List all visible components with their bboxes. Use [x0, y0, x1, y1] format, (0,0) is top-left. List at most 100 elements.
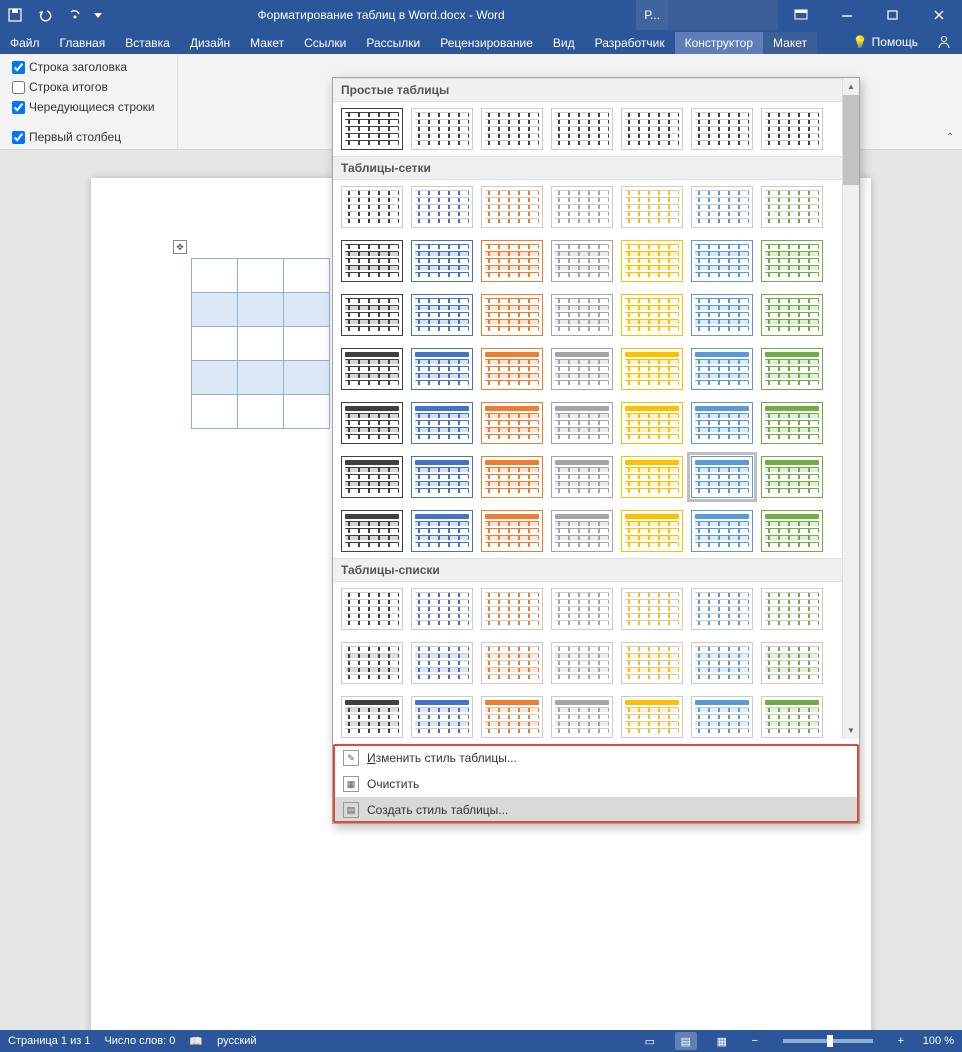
help-button[interactable]: 💡Помощь — [845, 31, 926, 53]
table-style-thumb[interactable] — [551, 294, 613, 336]
page-number-status[interactable]: Страница 1 из 1 — [8, 1035, 90, 1047]
table-style-thumb[interactable] — [481, 294, 543, 336]
gallery-scrollbar[interactable]: ▲ ▼ — [842, 78, 859, 739]
table-style-thumb[interactable] — [761, 108, 823, 150]
table-style-thumb[interactable] — [691, 294, 753, 336]
redo-button[interactable] — [60, 0, 90, 30]
table-style-thumb[interactable] — [551, 696, 613, 738]
banded-rows-checkbox[interactable]: Чередующиеся строки — [12, 100, 165, 114]
modify-table-style-item[interactable]: ✎ Изменить стиль таблицы... — [333, 745, 859, 771]
total-row-checkbox[interactable]: Строка итогов — [12, 80, 165, 94]
user-account-area[interactable] — [668, 0, 778, 30]
table-style-thumb[interactable] — [551, 108, 613, 150]
table-style-thumb[interactable] — [411, 348, 473, 390]
table-style-thumb[interactable] — [551, 348, 613, 390]
table-style-thumb[interactable] — [621, 696, 683, 738]
table-style-thumb[interactable] — [691, 402, 753, 444]
zoom-out-button[interactable]: − — [747, 1035, 763, 1047]
table-style-thumb[interactable] — [411, 588, 473, 630]
print-layout-button[interactable]: ▤ — [675, 1032, 697, 1050]
share-button[interactable] — [926, 30, 962, 54]
table-style-thumb[interactable] — [341, 186, 403, 228]
table-style-thumb[interactable] — [481, 642, 543, 684]
spellcheck-icon[interactable]: 📖 — [189, 1035, 203, 1048]
tab-file[interactable]: Файл — [0, 32, 50, 54]
table-style-thumb[interactable] — [621, 588, 683, 630]
table-style-thumb[interactable] — [621, 108, 683, 150]
table-style-thumb[interactable] — [411, 294, 473, 336]
table-style-thumb[interactable] — [761, 642, 823, 684]
tab-insert[interactable]: Вставка — [115, 32, 180, 54]
tab-mailings[interactable]: Рассылки — [356, 32, 430, 54]
table-style-thumb[interactable] — [691, 642, 753, 684]
table-style-thumb[interactable] — [341, 240, 403, 282]
table-style-thumb[interactable] — [341, 348, 403, 390]
table-style-thumb[interactable] — [761, 456, 823, 498]
table-style-thumb[interactable] — [341, 108, 403, 150]
table-style-thumb[interactable] — [341, 294, 403, 336]
table-style-thumb[interactable] — [411, 696, 473, 738]
table-style-thumb[interactable] — [621, 642, 683, 684]
ribbon-display-options-button[interactable] — [778, 0, 824, 30]
table-style-thumb[interactable] — [621, 240, 683, 282]
first-column-checkbox[interactable]: Первый столбец — [12, 130, 165, 144]
tab-home[interactable]: Главная — [50, 32, 116, 54]
tab-view[interactable]: Вид — [543, 32, 585, 54]
new-table-style-item[interactable]: ▤ Создать стиль таблицы... — [333, 797, 859, 823]
save-button[interactable] — [0, 0, 30, 30]
tab-references[interactable]: Ссылки — [294, 32, 356, 54]
table-style-thumb[interactable] — [551, 186, 613, 228]
table-style-thumb[interactable] — [481, 348, 543, 390]
header-row-checkbox[interactable]: Строка заголовка — [12, 60, 165, 74]
minimize-button[interactable] — [824, 0, 870, 30]
zoom-slider[interactable] — [783, 1039, 873, 1043]
table-style-thumb[interactable] — [551, 456, 613, 498]
table-style-thumb[interactable] — [481, 108, 543, 150]
table-style-thumb[interactable] — [411, 240, 473, 282]
table-style-thumb[interactable] — [761, 294, 823, 336]
tab-table-layout[interactable]: Макет — [763, 32, 817, 54]
table-style-thumb[interactable] — [341, 696, 403, 738]
table-style-thumb[interactable] — [551, 402, 613, 444]
table-style-thumb[interactable] — [481, 510, 543, 552]
table-style-thumb[interactable] — [341, 456, 403, 498]
table-style-thumb[interactable] — [621, 456, 683, 498]
table-style-thumb[interactable] — [621, 348, 683, 390]
table-style-thumb[interactable] — [761, 186, 823, 228]
table-style-thumb[interactable] — [481, 186, 543, 228]
table-style-thumb[interactable] — [551, 510, 613, 552]
table-style-thumb[interactable] — [481, 456, 543, 498]
table-style-thumb[interactable] — [341, 510, 403, 552]
zoom-in-button[interactable]: + — [893, 1035, 909, 1047]
qat-customize-button[interactable] — [90, 0, 106, 30]
table-style-thumb[interactable] — [411, 456, 473, 498]
zoom-level[interactable]: 100 % — [923, 1035, 954, 1047]
table-style-thumb[interactable] — [621, 510, 683, 552]
table-move-handle[interactable]: ✥ — [173, 240, 187, 254]
tab-design[interactable]: Дизайн — [180, 32, 240, 54]
table-style-thumb[interactable] — [481, 696, 543, 738]
tab-layout[interactable]: Макет — [240, 32, 294, 54]
maximize-button[interactable] — [870, 0, 916, 30]
table-style-thumb[interactable] — [761, 402, 823, 444]
table-style-thumb[interactable] — [691, 348, 753, 390]
scroll-down-button[interactable]: ▼ — [843, 722, 859, 739]
table-style-thumb[interactable] — [761, 240, 823, 282]
table-style-thumb[interactable] — [691, 186, 753, 228]
table-style-thumb[interactable] — [691, 108, 753, 150]
table-style-thumb[interactable] — [341, 642, 403, 684]
web-layout-button[interactable]: ▦ — [711, 1032, 733, 1050]
table-style-thumb[interactable] — [551, 642, 613, 684]
table-style-thumb[interactable] — [481, 240, 543, 282]
table-style-thumb[interactable] — [341, 402, 403, 444]
table-style-thumb[interactable] — [411, 402, 473, 444]
read-mode-button[interactable]: ▭ — [639, 1032, 661, 1050]
scroll-up-button[interactable]: ▲ — [843, 78, 859, 95]
table-style-thumb[interactable] — [411, 510, 473, 552]
scroll-thumb[interactable] — [843, 95, 859, 185]
inserted-table[interactable] — [191, 258, 330, 429]
table-style-thumb[interactable] — [691, 588, 753, 630]
table-style-thumb[interactable] — [551, 240, 613, 282]
table-style-thumb[interactable] — [761, 588, 823, 630]
table-style-thumb[interactable] — [341, 588, 403, 630]
